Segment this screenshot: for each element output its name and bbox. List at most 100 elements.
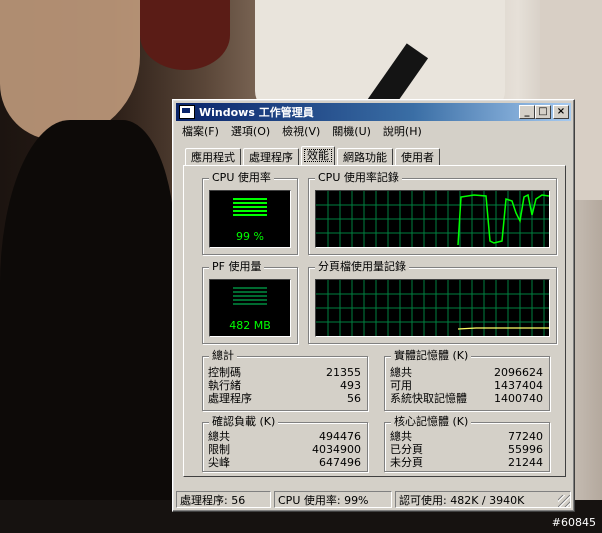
stat-value: 56	[347, 392, 361, 405]
status-processes: 處理程序: 56	[176, 491, 271, 508]
menu-shutdown[interactable]: 關機(U)	[332, 123, 371, 141]
task-manager-window: Windows 工作管理員 _ □ × 檔案(F) 選項(O) 檢視(V) 關機…	[172, 99, 575, 512]
meter-bar	[233, 202, 267, 204]
cpu-history-graph	[315, 190, 550, 248]
stat-label: 總共	[390, 430, 412, 443]
menu-help[interactable]: 說明(H)	[383, 123, 422, 141]
task-manager-icon[interactable]	[179, 105, 195, 119]
stat-label: 處理程序	[208, 392, 252, 405]
commit-charge-group: 確認負載 (K) 總共 494476 限制 4034900 尖峰 647496	[202, 415, 368, 472]
status-cpu-usage: CPU 使用率: 99%	[274, 491, 392, 508]
window-title: Windows 工作管理員	[199, 106, 314, 119]
tab-strip: 應用程式 處理程序 效能 網路功能 使用者	[185, 146, 442, 166]
pf-usage-bars	[233, 287, 267, 307]
stat-row: 系統快取記憶體 1400740	[390, 393, 543, 405]
pf-history-group: 分頁檔使用量記錄	[308, 260, 557, 344]
stat-value: 77240	[508, 430, 543, 443]
menu-bar: 檔案(F) 選項(O) 檢視(V) 關機(U) 說明(H)	[178, 123, 422, 141]
kernel-memory-group: 核心記憶體 (K) 總共 77240 已分頁 55996 未分頁 21244	[384, 415, 550, 472]
stat-value: 493	[340, 379, 361, 392]
stat-row: 未分頁 21244	[390, 457, 543, 469]
stat-label: 尖峰	[208, 456, 230, 469]
physical-memory-title: 實體記憶體 (K)	[391, 349, 472, 363]
stat-value: 21244	[508, 456, 543, 469]
pf-history-plot	[316, 280, 549, 336]
stat-row: 已分頁 55996	[390, 444, 543, 456]
stat-label: 未分頁	[390, 456, 423, 469]
stat-value: 55996	[508, 443, 543, 456]
cpu-history-group: CPU 使用率記錄	[308, 171, 557, 255]
commit-charge-title: 確認負載 (K)	[209, 415, 279, 429]
totals-title: 總計	[209, 349, 237, 363]
stat-value: 494476	[319, 430, 361, 443]
stat-label: 執行緒	[208, 379, 241, 392]
meter-bar	[233, 198, 267, 200]
watermark: #60845	[551, 516, 596, 529]
pf-usage-value: 482 MB	[229, 319, 271, 332]
stat-row: 總共 2096624	[390, 367, 543, 379]
stat-label: 總共	[208, 430, 230, 443]
tab-users[interactable]: 使用者	[395, 148, 440, 165]
stat-value: 21355	[326, 366, 361, 379]
photo-background	[0, 0, 140, 140]
stat-row: 總共 494476	[208, 431, 361, 443]
status-commit-charge: 認可使用: 482K / 3940K	[395, 491, 571, 508]
stat-label: 可用	[390, 379, 412, 392]
pf-history-label: 分頁檔使用量記錄	[315, 260, 409, 274]
meter-bar	[233, 291, 267, 293]
stat-row: 可用 1437404	[390, 380, 543, 392]
cpu-history-plot	[316, 191, 549, 247]
meter-bar	[233, 295, 267, 297]
maximize-button[interactable]: □	[535, 105, 551, 119]
stat-label: 系統快取記憶體	[390, 392, 467, 405]
cpu-usage-bars	[233, 198, 267, 218]
menu-file[interactable]: 檔案(F)	[182, 123, 219, 141]
photo-background-drum	[140, 0, 230, 70]
pf-history-graph	[315, 279, 550, 337]
physical-memory-group: 實體記憶體 (K) 總共 2096624 可用 1437404 系統快取記憶體 …	[384, 349, 550, 411]
status-bar: 處理程序: 56 CPU 使用率: 99% 認可使用: 482K / 3940K	[176, 491, 571, 509]
stat-row: 限制 4034900	[208, 444, 361, 456]
stat-row: 尖峰 647496	[208, 457, 361, 469]
pf-usage-label: PF 使用量	[209, 260, 265, 274]
minimize-button[interactable]: _	[519, 105, 535, 119]
stat-value: 1400740	[494, 392, 543, 405]
meter-bar	[233, 214, 267, 216]
stat-value: 2096624	[494, 366, 543, 379]
stat-row: 控制碼 21355	[208, 367, 361, 379]
performance-panel: CPU 使用率 99 % CPU 使用率記錄 PF 使用量 482 MB 分頁檔…	[183, 165, 566, 477]
stat-row: 執行緒 493	[208, 380, 361, 392]
meter-bar	[233, 303, 267, 305]
resize-grip[interactable]	[558, 495, 570, 507]
stat-value: 1437404	[494, 379, 543, 392]
stat-label: 總共	[390, 366, 412, 379]
totals-group: 總計 控制碼 21355 執行緒 493 處理程序 56	[202, 349, 368, 411]
cpu-usage-meter: 99 %	[209, 190, 291, 248]
photo-background-person-left	[0, 120, 175, 533]
stat-label: 限制	[208, 443, 230, 456]
pf-usage-meter: 482 MB	[209, 279, 291, 337]
tab-processes[interactable]: 處理程序	[243, 148, 299, 165]
cpu-history-label: CPU 使用率記錄	[315, 171, 402, 185]
close-button[interactable]: ×	[553, 105, 569, 119]
stat-row: 處理程序 56	[208, 393, 361, 405]
cpu-usage-group: CPU 使用率 99 %	[202, 171, 298, 255]
meter-bar	[233, 210, 267, 212]
meter-bar	[233, 299, 267, 301]
cpu-usage-value: 99 %	[236, 230, 264, 243]
stat-row: 總共 77240	[390, 431, 543, 443]
pf-usage-group: PF 使用量 482 MB	[202, 260, 298, 344]
stat-label: 控制碼	[208, 366, 241, 379]
stat-label: 已分頁	[390, 443, 423, 456]
title-bar[interactable]: Windows 工作管理員 _ □ ×	[176, 103, 571, 121]
tab-applications[interactable]: 應用程式	[185, 148, 241, 165]
menu-view[interactable]: 檢視(V)	[282, 123, 320, 141]
stat-value: 4034900	[312, 443, 361, 456]
stat-value: 647496	[319, 456, 361, 469]
tab-performance[interactable]: 效能	[301, 146, 335, 165]
meter-bar	[233, 206, 267, 208]
menu-options[interactable]: 選項(O)	[231, 123, 270, 141]
tab-networking[interactable]: 網路功能	[337, 148, 393, 165]
cpu-usage-label: CPU 使用率	[209, 171, 274, 185]
kernel-memory-title: 核心記憶體 (K)	[391, 415, 472, 429]
